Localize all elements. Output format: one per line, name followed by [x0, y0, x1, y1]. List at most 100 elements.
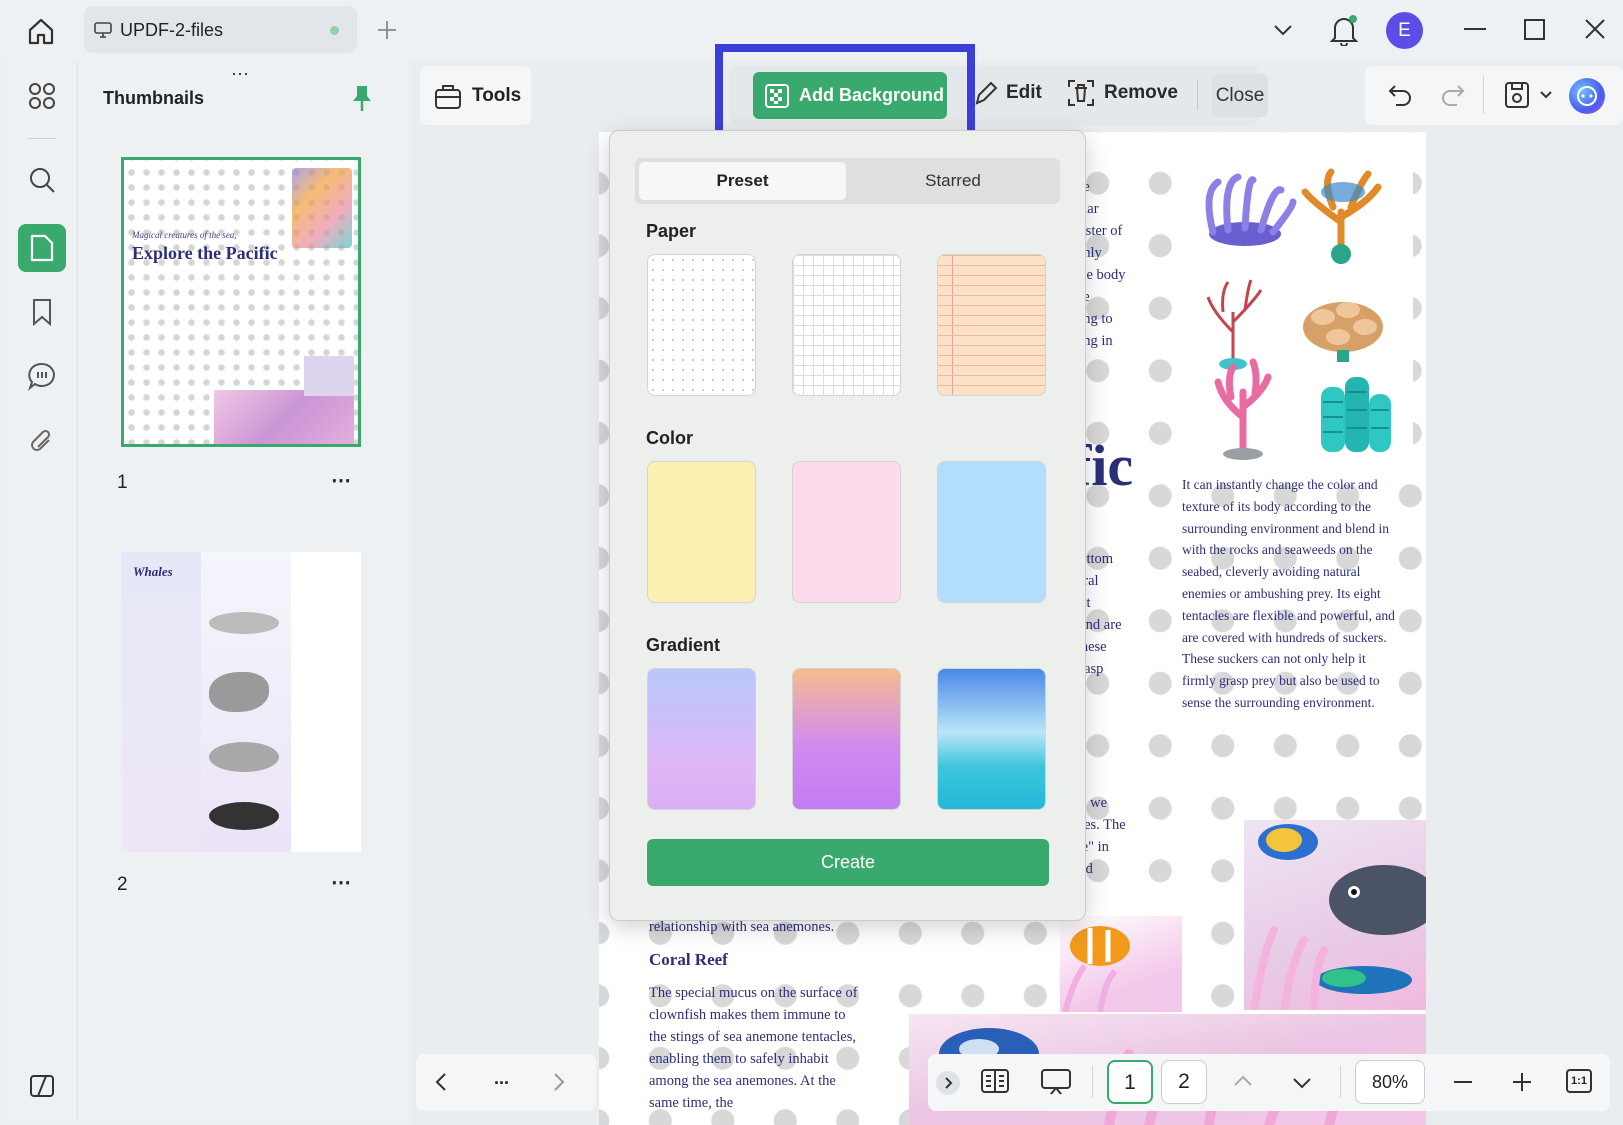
home-icon[interactable] [26, 16, 56, 46]
document-tab[interactable]: UPDF-2-files [84, 6, 357, 53]
close-button[interactable]: Close [1212, 74, 1268, 117]
zoom-divider-2 [1340, 1066, 1341, 1098]
page-button-2[interactable]: 2 [1161, 1060, 1207, 1104]
pufferfish-image [1244, 820, 1426, 1010]
coral-grid [1193, 162, 1413, 467]
comment-icon[interactable] [18, 352, 66, 400]
pink-coral [1214, 358, 1272, 460]
page-thumbnail-2[interactable]: Whales [121, 552, 361, 852]
monitor-icon [94, 22, 112, 38]
thumb2-whale-1 [209, 612, 279, 634]
minimize-icon[interactable] [1464, 28, 1486, 30]
teal-coral [1321, 377, 1391, 452]
paper-lined-swatch[interactable] [937, 254, 1046, 396]
tools-label: Tools [472, 84, 522, 106]
chevron-up-icon[interactable] [1233, 1074, 1253, 1088]
orange-coral [1301, 168, 1382, 264]
apps-icon[interactable] [18, 72, 66, 120]
remove-button[interactable]: Remove [1066, 78, 1178, 108]
save-icon[interactable] [1503, 80, 1531, 110]
tab-preset[interactable]: Preset [639, 162, 846, 200]
chevron-right-icon[interactable] [552, 1072, 566, 1092]
color-section-label: Color [646, 428, 693, 448]
thumb2-whale-2 [209, 672, 269, 712]
coral-reef-paragraph: The special mucus on the surface of clow… [649, 985, 858, 1111]
rail-divider [28, 138, 56, 139]
collapse-toggle-icon[interactable] [936, 1071, 960, 1095]
page-number-2: 2 [117, 874, 128, 895]
save-dropdown-icon[interactable] [1539, 90, 1553, 100]
new-tab-icon[interactable] [376, 19, 398, 41]
color-blue-swatch[interactable] [937, 461, 1046, 603]
gradient-ocean-swatch[interactable] [937, 668, 1046, 810]
cup-coral [1303, 302, 1383, 362]
page-number-1: 1 [117, 472, 128, 493]
zoom-in-icon[interactable] [1512, 1072, 1532, 1092]
gradient-sunset-swatch[interactable] [792, 668, 901, 810]
toolbar-divider [1197, 80, 1198, 110]
tools-button[interactable]: Tools [420, 66, 531, 125]
thumb-fish-image [304, 356, 354, 396]
gradient-lavender-swatch[interactable] [647, 668, 756, 810]
thumb2-whale-3 [209, 742, 279, 772]
page-button-1[interactable]: 1 [1107, 1060, 1153, 1104]
remove-icon [1068, 80, 1094, 106]
zoom-level[interactable]: 80% [1355, 1060, 1425, 1104]
preset-starred-toggle: Preset Starred [635, 158, 1060, 204]
clownfish-image [1060, 916, 1182, 1012]
thumb2-whale-4 [209, 802, 279, 830]
panel-title: Thumbnails [103, 88, 205, 108]
zoom-out-icon[interactable] [1454, 1081, 1472, 1083]
maximize-icon[interactable] [1524, 19, 1545, 40]
edit-button[interactable]: Edit [974, 80, 1042, 106]
edit-icon [975, 81, 998, 105]
paper-grid-swatch[interactable] [792, 254, 901, 396]
right-divider [1483, 76, 1484, 114]
pin-icon[interactable] [351, 84, 373, 112]
page-1-more-icon[interactable]: ⋯ [331, 468, 351, 493]
color-yellow-swatch[interactable] [647, 461, 756, 603]
presentation-icon[interactable] [1040, 1067, 1072, 1095]
coral-reef-heading: Coral Reef [649, 950, 728, 969]
remove-label: Remove [1104, 82, 1178, 103]
background-popup: Preset Starred Paper Color Gradient Crea… [609, 130, 1086, 921]
thumbnails-icon[interactable] [18, 224, 66, 272]
chevron-down-icon[interactable] [1272, 20, 1294, 40]
tab-starred[interactable]: Starred [850, 162, 1056, 200]
reef-illustration [1250, 824, 1426, 1010]
unsaved-dot [330, 26, 339, 35]
redo-icon[interactable] [1440, 82, 1466, 108]
edit-label: Edit [1006, 82, 1042, 103]
create-button[interactable]: Create [647, 839, 1049, 886]
thumb2-left-column [121, 552, 201, 852]
thumb2-heading: Whales [133, 564, 173, 579]
zoom-divider-1 [1092, 1066, 1093, 1098]
coral-illustrations [1205, 168, 1391, 460]
page-layout-icon[interactable] [980, 1067, 1010, 1095]
drag-handle[interactable]: ⋯ [231, 64, 250, 85]
close-window-icon[interactable] [1584, 18, 1606, 40]
search-icon[interactable] [18, 156, 66, 204]
zoom-bar: 1 2 80% 1:1 [928, 1054, 1610, 1111]
thumb-subheading: Magical creatures of the sea, [132, 230, 237, 240]
more-pages-button[interactable]: ... [494, 1068, 509, 1089]
page-thumbnail-1[interactable]: Magical creatures of the sea, Explore th… [121, 157, 361, 447]
bell-icon[interactable] [1329, 14, 1359, 46]
purple-anemone [1205, 173, 1297, 246]
chevron-down-page-icon[interactable] [1292, 1076, 1312, 1090]
thumb-heading: Explore the Pacific [132, 243, 278, 263]
attachment-icon[interactable] [18, 418, 66, 466]
undo-icon[interactable] [1387, 82, 1413, 108]
chevron-left-icon[interactable] [434, 1072, 448, 1092]
layers-icon[interactable] [18, 1062, 66, 1110]
avatar[interactable]: E [1386, 12, 1423, 49]
thumb-anemone-image [214, 390, 354, 444]
bookmark-icon[interactable] [18, 288, 66, 336]
color-pink-swatch[interactable] [792, 461, 901, 603]
fit-page-button[interactable]: 1:1 [1566, 1069, 1592, 1093]
page-2-more-icon[interactable]: ⋯ [331, 870, 351, 895]
paper-section-label: Paper [646, 221, 697, 241]
clownfish-illustration [1062, 926, 1130, 1012]
paper-dot-swatch[interactable] [647, 254, 756, 396]
ai-assistant-icon[interactable] [1569, 78, 1605, 114]
